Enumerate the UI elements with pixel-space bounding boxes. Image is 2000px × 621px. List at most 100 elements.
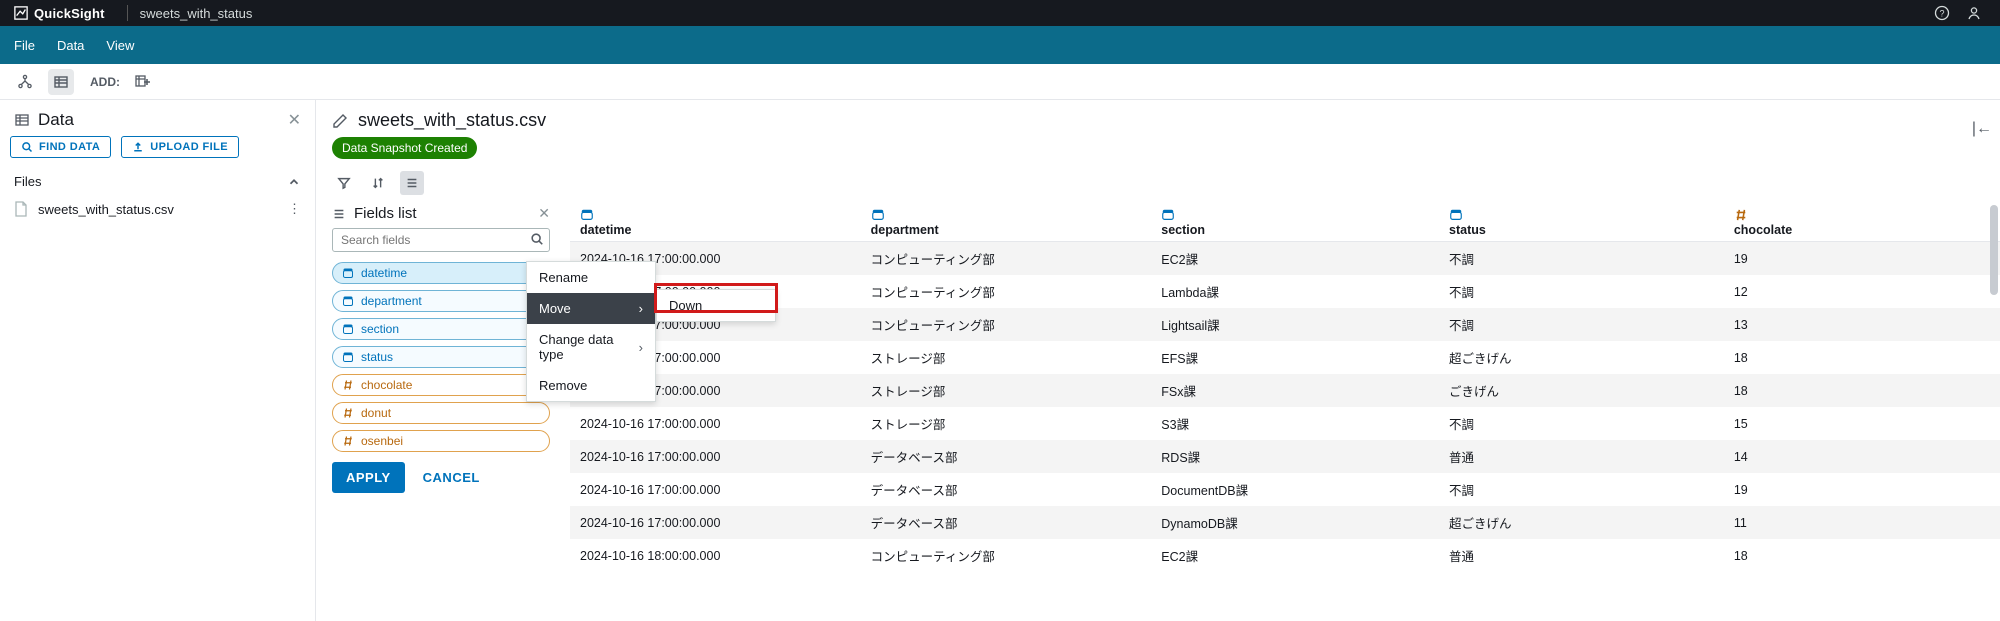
field-chip-label: department xyxy=(361,294,422,308)
edit-name-icon[interactable] xyxy=(332,113,348,129)
filter-icon[interactable] xyxy=(332,171,356,195)
table-cell: 不調 xyxy=(1439,473,1724,506)
vertical-scrollbar[interactable] xyxy=(1988,203,1998,621)
data-panel-title: Data xyxy=(38,110,280,130)
table-cell: 11 xyxy=(1724,506,2000,539)
table-row: 2024-10-16 17:00:00.000データベース部RDS課普通14 xyxy=(570,440,2000,473)
table-cell: コンピューティング部 xyxy=(861,242,1152,276)
sort-icon[interactable] xyxy=(366,171,390,195)
table-row: 2024-10-16 18:00:00.000コンピューティング部EC2課普通1… xyxy=(570,539,2000,572)
menu-view[interactable]: View xyxy=(106,38,134,53)
table-cell: 不調 xyxy=(1439,308,1724,341)
content-area: |← sweets_with_status.csv Data Snapshot … xyxy=(316,100,2000,621)
sidebar: Data ✕ FIND DATA UPLOAD FILE Files sweet… xyxy=(0,100,316,621)
schema-view-icon[interactable] xyxy=(12,69,38,95)
dataset-name: sweets_with_status xyxy=(140,6,253,21)
column-header-label: datetime xyxy=(580,223,631,237)
date-icon xyxy=(341,267,355,279)
table-cell: DocumentDB課 xyxy=(1151,473,1439,506)
table-cell: 18 xyxy=(1724,374,2000,407)
files-collapse-icon[interactable] xyxy=(287,175,301,189)
column-header-status[interactable]: status xyxy=(1439,203,1724,242)
field-chip-label: chocolate xyxy=(361,378,412,392)
ctx-rename[interactable]: Rename xyxy=(527,262,655,293)
table-cell: 2024-10-16 17:00:00.000 xyxy=(570,407,861,440)
data-table: datetime department section status chocolate… xyxy=(570,203,2000,572)
table-cell: ごきげん xyxy=(1439,374,1724,407)
ctx-move[interactable]: Move› xyxy=(527,293,655,324)
menu-data[interactable]: Data xyxy=(57,38,84,53)
table-cell: 13 xyxy=(1724,308,2000,341)
add-dataset-icon[interactable] xyxy=(130,69,156,95)
field-chip-label: osenbei xyxy=(361,434,403,448)
search-fields-input[interactable] xyxy=(332,228,550,252)
field-chip-osenbei[interactable]: osenbei xyxy=(332,430,550,452)
date-icon xyxy=(341,323,355,335)
table-cell: 12 xyxy=(1724,275,2000,308)
upload-file-button[interactable]: UPLOAD FILE xyxy=(121,136,239,158)
table-cell: EC2課 xyxy=(1151,539,1439,572)
table-cell: 14 xyxy=(1724,440,2000,473)
fields-panel: Fields list ✕ datetime⋮departmentsection… xyxy=(316,203,560,621)
field-chip-chocolate[interactable]: chocolate xyxy=(332,374,550,396)
table-cell: ストレージ部 xyxy=(861,341,1152,374)
date-icon xyxy=(871,209,1142,221)
column-header-label: status xyxy=(1449,223,1486,237)
table-cell: 不調 xyxy=(1439,407,1724,440)
table-cell: データベース部 xyxy=(861,440,1152,473)
data-table-wrap: datetime department section status chocolate… xyxy=(560,203,2000,621)
table-cell: S3課 xyxy=(1151,407,1439,440)
file-icon xyxy=(14,201,30,217)
user-icon[interactable] xyxy=(1962,1,1986,25)
close-fields-panel-icon[interactable]: ✕ xyxy=(538,205,550,222)
apply-button[interactable]: APPLY xyxy=(332,462,405,493)
table-cell: データベース部 xyxy=(861,473,1152,506)
table-view-icon[interactable] xyxy=(48,69,74,95)
ctx-change-data-type[interactable]: Change data type› xyxy=(527,324,655,370)
table-cell: 18 xyxy=(1724,539,2000,572)
column-header-section[interactable]: section xyxy=(1151,203,1439,242)
table-cell: FSx課 xyxy=(1151,374,1439,407)
field-chip-status[interactable]: status xyxy=(332,346,550,368)
fields-list-icon[interactable] xyxy=(400,171,424,195)
column-header-label: section xyxy=(1161,223,1205,237)
table-cell: 2024-10-16 17:00:00.000 xyxy=(570,473,861,506)
field-chip-datetime[interactable]: datetime⋮ xyxy=(332,262,550,284)
field-chip-label: status xyxy=(361,350,393,364)
field-context-menu: Rename Move› Change data type› Remove xyxy=(526,261,656,402)
field-chip-section[interactable]: section xyxy=(332,318,550,340)
menu-file[interactable]: File xyxy=(14,38,35,53)
field-chip-label: section xyxy=(361,322,399,336)
collapse-content-icon[interactable]: |← xyxy=(1972,120,1992,138)
help-icon[interactable]: ? xyxy=(1930,1,1954,25)
brand-logo-icon xyxy=(14,6,28,20)
close-data-panel-icon[interactable]: ✕ xyxy=(288,110,301,130)
table-cell: 15 xyxy=(1724,407,2000,440)
find-data-button[interactable]: FIND DATA xyxy=(10,136,111,158)
table-cell: 19 xyxy=(1724,473,2000,506)
table-cell: コンピューティング部 xyxy=(861,275,1152,308)
field-chip-label: donut xyxy=(361,406,391,420)
svg-text:?: ? xyxy=(1939,9,1944,19)
menu-bar: File Data View xyxy=(0,26,2000,64)
ctx-remove[interactable]: Remove xyxy=(527,370,655,401)
ctx-move-down[interactable]: Down xyxy=(657,290,775,321)
field-chip-donut[interactable]: donut xyxy=(332,402,550,424)
date-icon xyxy=(341,351,355,363)
add-label: ADD: xyxy=(90,75,120,89)
column-header-chocolate[interactable]: chocolate xyxy=(1724,203,2000,242)
column-header-department[interactable]: department xyxy=(861,203,1152,242)
file-menu-icon[interactable]: ⋮ xyxy=(288,201,301,217)
field-chip-department[interactable]: department xyxy=(332,290,550,312)
table-cell: 18 xyxy=(1724,341,2000,374)
table-row: 2024-10-16 17:00:00.000コンピューティング部Lightsa… xyxy=(570,308,2000,341)
cancel-button[interactable]: CANCEL xyxy=(423,470,480,485)
table-cell: 2024-10-16 18:00:00.000 xyxy=(570,539,861,572)
column-header-datetime[interactable]: datetime xyxy=(570,203,861,242)
table-cell: DynamoDB課 xyxy=(1151,506,1439,539)
table-cell: コンピューティング部 xyxy=(861,308,1152,341)
table-row: 2024-10-16 17:00:00.000データベース部DynamoDB課超… xyxy=(570,506,2000,539)
table-cell: EC2課 xyxy=(1151,242,1439,276)
table-cell: 不調 xyxy=(1439,242,1724,276)
file-row[interactable]: sweets_with_status.csv ⋮ xyxy=(0,195,315,223)
